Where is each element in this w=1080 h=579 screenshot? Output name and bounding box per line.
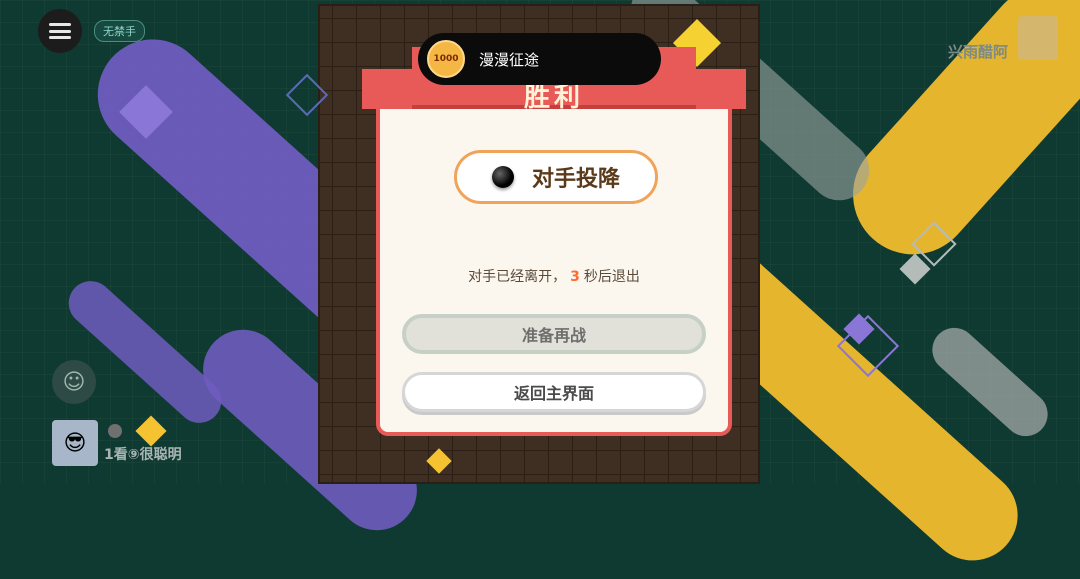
chat-button[interactable]: ☺ [52, 360, 96, 404]
rule-tag: 无禁手 [94, 20, 145, 42]
result-text: 对手投降 [531, 167, 620, 192]
countdown-text: 对手已经离开， 3 秒后退出 [380, 266, 728, 286]
rematch-button[interactable]: 准备再战 [402, 314, 706, 354]
player-name: 1看⑨很聪明 [104, 447, 182, 463]
badge-text: 1000 [433, 54, 459, 64]
opponent-avatar[interactable] [1018, 16, 1058, 60]
menu-icon [49, 23, 71, 39]
player-avatar[interactable]: 😎 [52, 420, 98, 466]
avatar-face-icon: 😎 [63, 430, 87, 456]
countdown-prefix: 对手已经离开， [468, 269, 567, 285]
coin-badge-icon: 1000 [427, 40, 465, 78]
countdown-seconds: 3 [570, 269, 580, 285]
menu-button[interactable] [38, 9, 82, 53]
result-pill: 对手投降 [454, 150, 658, 204]
player-stone-icon [108, 424, 122, 438]
result-dialog: 对手投降 对手已经离开， 3 秒后退出 准备再战 返回主界面 [376, 84, 732, 436]
home-button[interactable]: 返回主界面 [402, 372, 706, 412]
black-stone-icon [491, 166, 514, 188]
chat-icon: ☺ [62, 369, 86, 395]
countdown-suffix: 秒后退出 [583, 269, 640, 285]
achievement-toast: 1000 漫漫征途 [418, 33, 661, 85]
opponent-name: 兴雨醋阿 [947, 43, 1008, 61]
toast-text: 漫漫征途 [479, 50, 540, 69]
